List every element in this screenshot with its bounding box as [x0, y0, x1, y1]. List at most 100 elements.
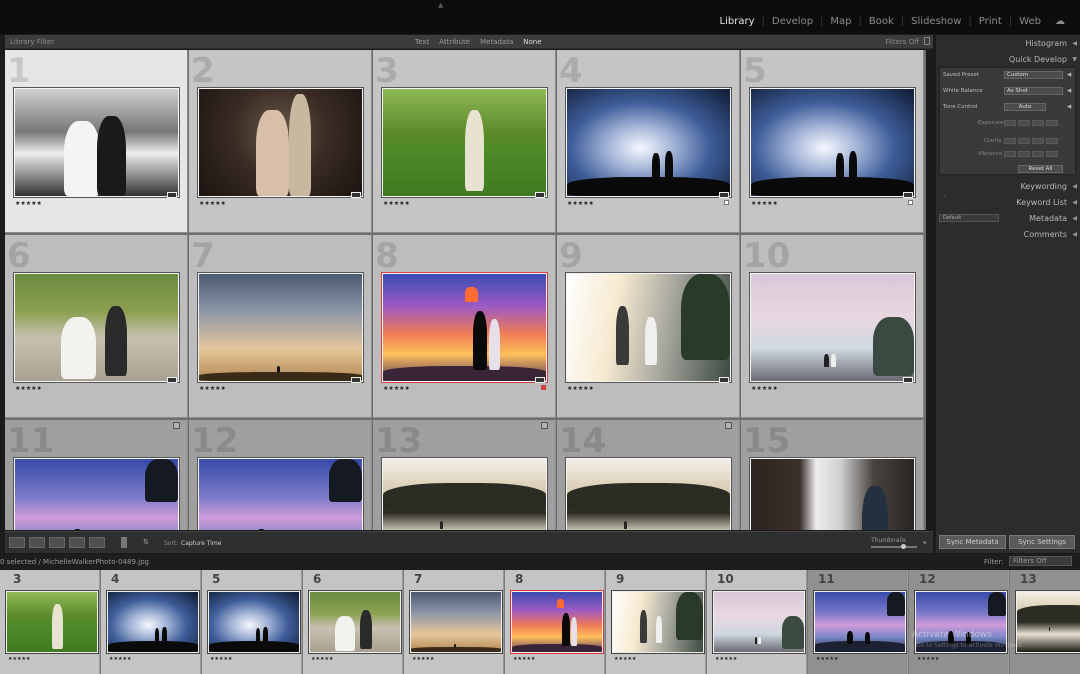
quick-collection-icon[interactable]: [725, 422, 732, 429]
exposure-decrease-button[interactable]: [1018, 120, 1030, 126]
sync-metadata-button[interactable]: Sync Metadata: [939, 535, 1006, 549]
thumbnail-image[interactable]: [13, 272, 180, 383]
star-rating[interactable]: ★★★★★: [751, 200, 778, 207]
tone-control-toggle-icon[interactable]: ◀: [1067, 104, 1071, 110]
filter-tab-attribute[interactable]: Attribute: [439, 38, 470, 46]
loupe-view-icon[interactable]: [29, 537, 45, 548]
people-view-icon[interactable]: [89, 537, 105, 548]
star-rating[interactable]: ★★★★★: [567, 385, 594, 392]
clarity-decrease-button[interactable]: [1018, 138, 1030, 144]
filmstrip-filter-dropdown[interactable]: Filters Off: [1009, 556, 1072, 566]
star-rating[interactable]: ★★★★★: [383, 385, 410, 392]
thumbnail-size-slider[interactable]: [871, 544, 917, 549]
grid-cell[interactable]: 4 ★★★★★: [557, 50, 740, 233]
star-rating[interactable]: ★★★★★: [383, 200, 410, 207]
clarity-decrease-more-button[interactable]: [1004, 138, 1016, 144]
filmstrip-cell[interactable]: 10 ★★★★★: [707, 570, 807, 674]
module-library[interactable]: Library: [713, 16, 762, 27]
histogram-header[interactable]: Histogram ◀: [936, 37, 1080, 51]
filter-tab-none[interactable]: None: [523, 38, 541, 46]
quick-collection-icon[interactable]: [173, 422, 180, 429]
star-rating[interactable]: ★★★★★: [15, 385, 42, 392]
filter-tab-metadata[interactable]: Metadata: [480, 38, 513, 46]
star-rating[interactable]: ★★★★★: [199, 200, 226, 207]
module-slideshow[interactable]: Slideshow: [904, 16, 968, 27]
survey-view-icon[interactable]: [69, 537, 85, 548]
module-book[interactable]: Book: [862, 16, 901, 27]
filmstrip-thumbnail[interactable]: [712, 590, 806, 654]
clarity-increase-button[interactable]: [1032, 138, 1044, 144]
histogram-collapse-icon[interactable]: ◀: [1072, 37, 1077, 51]
module-map[interactable]: Map: [823, 16, 858, 27]
thumbnail-image[interactable]: [197, 272, 364, 383]
filmstrip-thumbnail[interactable]: [1015, 590, 1080, 654]
thumbnail-image[interactable]: [381, 457, 548, 530]
saved-preset-toggle-icon[interactable]: ◀: [1067, 72, 1071, 78]
thumbnail-image[interactable]: [749, 272, 916, 383]
filmstrip-thumbnail[interactable]: [308, 590, 402, 654]
thumbnail-image[interactable]: [381, 87, 548, 198]
star-rating[interactable]: ★★★★★: [567, 200, 594, 207]
grid-cell[interactable]: 7 ★★★★★: [189, 235, 372, 418]
filmstrip-cell[interactable]: 5 ★★★★★: [202, 570, 302, 674]
exposure-increase-more-button[interactable]: [1046, 120, 1058, 126]
sort-dropdown[interactable]: Capture Time: [181, 540, 221, 547]
grid-view-icon[interactable]: [9, 537, 25, 548]
thumbnail-image[interactable]: [197, 457, 364, 530]
compare-view-icon[interactable]: [49, 537, 65, 548]
slider-knob[interactable]: [901, 544, 906, 549]
selection-status[interactable]: 0 selected / MichelleWalkerPhoto-0489.jp…: [0, 558, 149, 566]
module-web[interactable]: Web: [1012, 16, 1048, 27]
collapse-top-arrow-icon[interactable]: ▲: [438, 1, 443, 9]
vibrance-increase-more-button[interactable]: [1046, 151, 1058, 157]
filmstrip-cell[interactable]: 6 ★★★★★: [303, 570, 403, 674]
filmstrip-thumbnail[interactable]: [409, 590, 503, 654]
grid-cell[interactable]: 6 ★★★★★: [5, 235, 188, 418]
filmstrip-cell[interactable]: 7 ★★★★★: [404, 570, 504, 674]
filters-status[interactable]: Filters Off: [885, 38, 919, 46]
filmstrip-thumbnail[interactable]: [5, 590, 99, 654]
star-rating[interactable]: ★★★★★: [751, 385, 778, 392]
cloud-sync-icon[interactable]: ☁: [1048, 16, 1072, 27]
comments-collapse-icon[interactable]: ◀: [1072, 228, 1077, 242]
thumbnail-image[interactable]: [749, 87, 916, 198]
filmstrip-thumbnail[interactable]: [106, 590, 200, 654]
module-print[interactable]: Print: [972, 16, 1009, 27]
exposure-decrease-more-button[interactable]: [1004, 120, 1016, 126]
sort-direction-icon[interactable]: ⇅: [143, 538, 157, 549]
filter-tab-text[interactable]: Text: [415, 38, 429, 46]
grid-cell[interactable]: 8 ★★★★★: [373, 235, 556, 418]
keyword-list-header[interactable]: Keyword List ◀: [936, 196, 1080, 210]
quick-develop-collapse-icon[interactable]: ▼: [1072, 53, 1077, 67]
filmstrip-cell[interactable]: 11 ★★★★★: [808, 570, 908, 674]
thumbnail-image[interactable]: [565, 457, 732, 530]
thumbnail-image[interactable]: [565, 87, 732, 198]
grid-cell[interactable]: 3 ★★★★★: [373, 50, 556, 233]
saved-preset-dropdown[interactable]: Custom: [1004, 71, 1063, 79]
reset-all-button[interactable]: Reset All: [1018, 165, 1063, 173]
grid-cell[interactable]: 11: [5, 420, 188, 530]
grid-cell[interactable]: 5 ★★★★★: [741, 50, 924, 233]
auto-tone-button[interactable]: Auto: [1004, 103, 1046, 111]
thumbnail-image[interactable]: [749, 457, 916, 530]
grid-cell[interactable]: 10 ★★★★★: [741, 235, 924, 418]
keywording-header[interactable]: Keywording ◀: [936, 180, 1080, 194]
filmstrip-cell[interactable]: 4 ★★★★★: [101, 570, 201, 674]
grid-cell[interactable]: 12: [189, 420, 372, 530]
filmstrip-thumbnail[interactable]: [813, 590, 907, 654]
filmstrip-thumbnail[interactable]: [510, 590, 604, 654]
filmstrip-cell[interactable]: 12 ★★★★★: [909, 570, 1009, 674]
lock-icon[interactable]: [924, 37, 930, 45]
white-balance-dropdown[interactable]: As Shot: [1004, 87, 1063, 95]
metadata-collapse-icon[interactable]: ◀: [1072, 212, 1077, 226]
toolbar-menu-chevron-down-icon[interactable]: ▾: [923, 539, 927, 547]
vibrance-decrease-button[interactable]: [1018, 151, 1030, 157]
vibrance-increase-button[interactable]: [1032, 151, 1044, 157]
star-rating[interactable]: ★★★★★: [199, 385, 226, 392]
thumbnail-image[interactable]: [13, 457, 180, 530]
thumbnail-image[interactable]: [13, 87, 180, 198]
keywording-collapse-icon[interactable]: ◀: [1072, 180, 1077, 194]
white-balance-toggle-icon[interactable]: ◀: [1067, 88, 1071, 94]
metadata-header[interactable]: Metadata ◀: [936, 212, 1080, 226]
sync-settings-button[interactable]: Sync Settings: [1009, 535, 1075, 549]
